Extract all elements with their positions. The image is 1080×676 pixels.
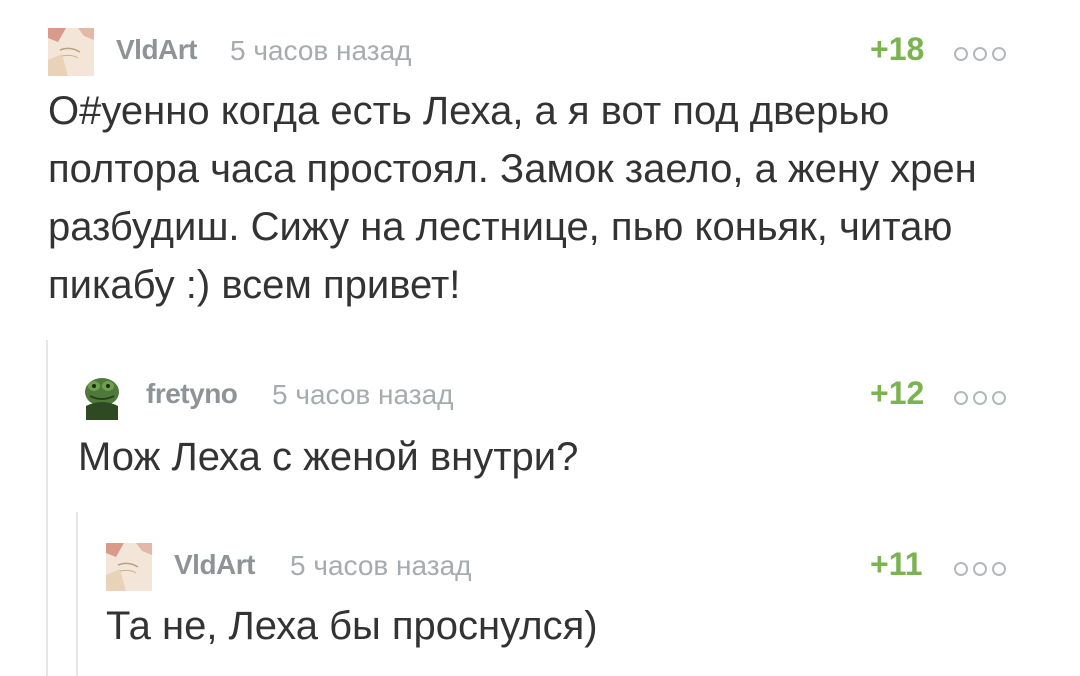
- more-options-icon[interactable]: [954, 562, 1014, 576]
- more-options-icon[interactable]: [954, 391, 1014, 405]
- rating: +12: [870, 375, 925, 411]
- comment-text-line: пикабу :) всем привет!: [48, 263, 461, 307]
- comment-reply: VldArt 5 часов назад +11 Та не, Леха бы …: [106, 543, 1028, 655]
- comment-text: Мож Леха с женой внутри?: [78, 428, 1028, 486]
- comment-text-line: Мож Леха с женой внутри?: [78, 435, 579, 479]
- rating: +18: [870, 31, 925, 67]
- comment-text-line: разбудиш. Сижу на лестнице, пью коньяк, …: [48, 205, 953, 249]
- username[interactable]: VldArt: [174, 549, 256, 581]
- avatar[interactable]: [48, 28, 94, 76]
- username[interactable]: fretyno: [146, 378, 238, 410]
- rating: +11: [870, 546, 923, 582]
- timestamp: 5 часов назад: [230, 35, 412, 66]
- comment-reply: fretyno 5 часов назад +12 Мож Леха с жен…: [78, 372, 1028, 486]
- comment-text: О#уенно когда есть Леха, а я вот под две…: [48, 82, 1028, 314]
- thread-line-level-1: [46, 340, 48, 676]
- comment-text-line: полтора часа простоял. Замок заело, а же…: [48, 147, 977, 191]
- comment-text-line: О#уенно когда есть Леха, а я вот под две…: [48, 89, 890, 133]
- timestamp: 5 часов назад: [272, 379, 454, 410]
- more-options-icon[interactable]: [954, 47, 1014, 61]
- avatar[interactable]: [106, 543, 152, 591]
- comment-text-line: Та не, Леха бы проснулся): [106, 604, 598, 648]
- comment-header: VldArt 5 часов назад +11: [106, 543, 1028, 591]
- comment-header: fretyno 5 часов назад +12: [78, 372, 1028, 420]
- timestamp: 5 часов назад: [290, 550, 472, 581]
- avatar[interactable]: [78, 372, 124, 420]
- thread-line-level-2: [76, 512, 78, 676]
- username[interactable]: VldArt: [116, 34, 198, 66]
- comment: VldArt 5 часов назад +18 О#уенно когда е…: [48, 28, 1028, 314]
- comment-header: VldArt 5 часов назад +18: [48, 28, 1028, 76]
- comment-text: Та не, Леха бы проснулся): [106, 597, 1028, 655]
